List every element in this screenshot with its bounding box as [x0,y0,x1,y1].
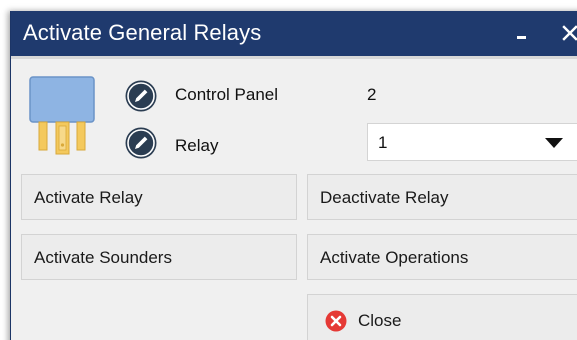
control-panel-value: 2 [367,85,377,104]
edit-pencil-icon[interactable] [124,79,158,113]
activate-operations-label: Activate Operations [320,248,469,267]
close-button[interactable]: Close [307,294,577,340]
close-icon [562,25,577,41]
deactivate-relay-button[interactable]: Deactivate Relay [307,174,577,220]
minimize-button[interactable] [507,11,537,56]
activate-general-relays-dialog: Activate General Relays Control Panel 2 … [10,11,577,340]
chevron-down-icon [545,138,563,148]
relay-dropdown[interactable]: 1 [367,123,577,161]
relay-dropdown-value: 1 [378,133,388,152]
deactivate-relay-label: Deactivate Relay [320,188,449,207]
screen: Activate General Relays Control Panel 2 … [0,0,577,340]
activate-relay-button[interactable]: Activate Relay [21,174,297,220]
activate-operations-button[interactable]: Activate Operations [307,234,577,280]
window-close-button[interactable] [556,11,577,56]
activate-relay-label: Activate Relay [34,188,143,207]
activate-sounders-button[interactable]: Activate Sounders [21,234,297,280]
relay-device-icon [29,76,95,155]
edit-pencil-icon[interactable] [124,126,158,160]
control-panel-label: Control Panel [175,85,279,104]
minimize-icon [517,36,526,39]
title-bar[interactable]: Activate General Relays [11,11,577,56]
title-bar-divider [11,56,577,59]
activate-sounders-label: Activate Sounders [34,248,172,267]
close-circle-icon [325,310,347,332]
relay-label: Relay [175,136,219,155]
window-title: Activate General Relays [23,20,262,45]
close-button-label: Close [358,311,402,330]
